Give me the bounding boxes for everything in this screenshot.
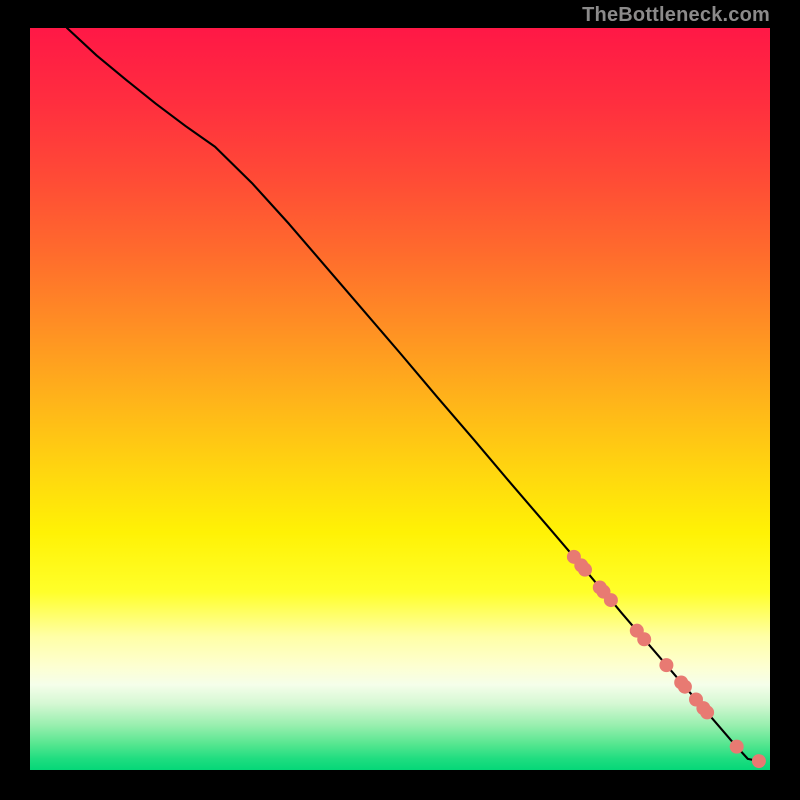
data-point [730,740,744,754]
data-point [678,680,692,694]
attribution-text: TheBottleneck.com [582,4,770,27]
data-point [752,754,766,768]
chart-plot [30,28,770,770]
data-point [604,593,618,607]
data-point [659,658,673,672]
chart-background [30,28,770,770]
data-point [700,705,714,719]
data-point [637,632,651,646]
chart-frame: TheBottleneck.com [0,0,800,800]
data-point [578,563,592,577]
